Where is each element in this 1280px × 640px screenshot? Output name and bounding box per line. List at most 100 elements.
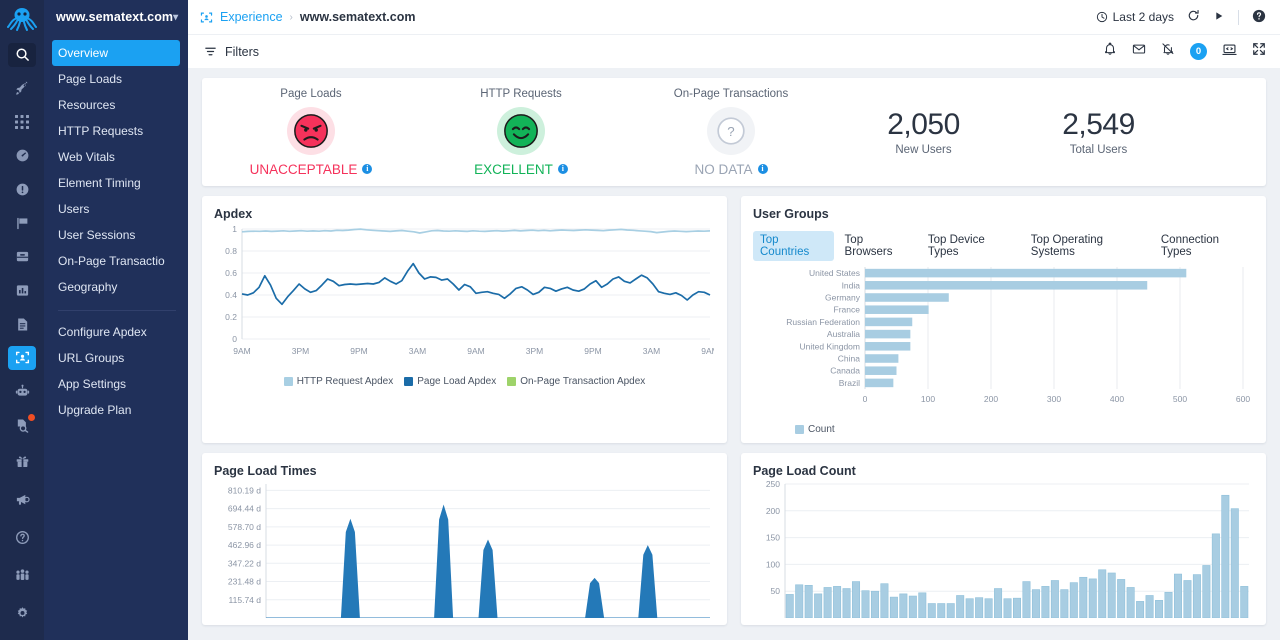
experience-icon[interactable] bbox=[8, 346, 36, 370]
megaphone-icon[interactable] bbox=[8, 485, 36, 513]
flag-icon[interactable] bbox=[8, 211, 36, 235]
tab-connection-types[interactable]: Connection Types bbox=[1154, 231, 1254, 261]
sidebar-item-on-page-transactions[interactable]: On-Page Transactio bbox=[44, 248, 188, 274]
info-icon[interactable]: i bbox=[757, 164, 768, 174]
tab-top-countries[interactable]: Top Countries bbox=[753, 231, 834, 261]
sidebar-item-web-vitals[interactable]: Web Vitals bbox=[44, 144, 188, 170]
metric-total-users: 2,549 Total Users bbox=[1011, 108, 1186, 156]
tab-top-browsers[interactable]: Top Browsers bbox=[838, 231, 917, 261]
svg-text:462.96 d: 462.96 d bbox=[228, 540, 261, 550]
panel-title: Page Load Times bbox=[214, 464, 317, 478]
legend-swatch bbox=[404, 377, 414, 386]
svg-text:100: 100 bbox=[766, 559, 780, 569]
mail-icon[interactable] bbox=[1132, 42, 1146, 61]
speedometer-icon[interactable] bbox=[8, 144, 36, 168]
sidebar-item-geography[interactable]: Geography bbox=[44, 274, 188, 300]
bar-chart-icon[interactable] bbox=[8, 279, 36, 303]
sidebar-item-overview[interactable]: Overview bbox=[52, 40, 180, 66]
sidebar-item-upgrade-plan[interactable]: Upgrade Plan bbox=[44, 397, 188, 423]
terminal-icon[interactable] bbox=[1222, 42, 1237, 62]
page-load-count-panel: Page Load Count 50 100 150 200 250 bbox=[741, 453, 1266, 625]
document-search-icon[interactable] bbox=[8, 413, 36, 437]
help-circle-icon[interactable] bbox=[8, 523, 36, 551]
sidebar-item-label: Geography bbox=[58, 280, 118, 294]
refresh-icon[interactable] bbox=[1187, 9, 1200, 25]
document-icon[interactable] bbox=[8, 312, 36, 336]
robot-icon[interactable] bbox=[8, 380, 36, 404]
status-block-page-loads: Page Loads UNACCEPTABLE i bbox=[206, 88, 416, 177]
status-title: Page Loads bbox=[280, 87, 342, 100]
gear-icon[interactable] bbox=[8, 599, 36, 627]
search-icon[interactable] bbox=[8, 43, 36, 67]
sidebar-item-users[interactable]: Users bbox=[44, 196, 188, 222]
status-summary-card: Page Loads UNACCEPTABLE i HTTP Requests … bbox=[202, 78, 1266, 186]
tab-top-operating-systems[interactable]: Top Operating Systems bbox=[1024, 231, 1150, 261]
sidebar-divider bbox=[58, 310, 176, 311]
bell-add-icon[interactable] bbox=[1103, 42, 1117, 61]
sidebar-item-label: Web Vitals bbox=[58, 150, 115, 164]
top-countries-chart[interactable]: 0 100 200 300 400 500 600 United States India Ger… bbox=[753, 261, 1254, 424]
help-circle-icon[interactable] bbox=[1252, 9, 1266, 26]
sidebar-item-configure-apdex[interactable]: Configure Apdex bbox=[44, 319, 188, 345]
svg-text:100: 100 bbox=[921, 394, 935, 404]
fullscreen-icon[interactable] bbox=[1252, 42, 1266, 61]
time-range-picker[interactable]: Last 2 days bbox=[1096, 10, 1174, 24]
tab-top-device-types[interactable]: Top Device Types bbox=[921, 231, 1020, 261]
sidebar-item-page-loads[interactable]: Page Loads bbox=[44, 66, 188, 92]
svg-text:9AM: 9AM bbox=[701, 346, 714, 356]
legend-item-page-load-apdex[interactable]: Page Load Apdex bbox=[404, 376, 496, 387]
svg-text:United Kingdom: United Kingdom bbox=[800, 341, 860, 351]
status-badge[interactable]: 0 bbox=[1190, 43, 1207, 60]
svg-text:Brazil: Brazil bbox=[839, 378, 860, 388]
filter-icon bbox=[205, 47, 216, 56]
svg-text:0.6: 0.6 bbox=[225, 268, 237, 278]
breadcrumb-parent-link[interactable]: Experience bbox=[220, 10, 283, 24]
svg-text:694.44 d: 694.44 d bbox=[228, 504, 261, 514]
alert-circle-icon[interactable] bbox=[8, 178, 36, 202]
notification-dot bbox=[28, 414, 35, 422]
page-load-count-chart[interactable]: 50 100 150 200 250 bbox=[753, 478, 1254, 623]
icon-rail bbox=[0, 0, 44, 640]
sidebar-item-http-requests[interactable]: HTTP Requests bbox=[44, 118, 188, 144]
archive-icon[interactable] bbox=[8, 245, 36, 269]
sidebar-item-resources[interactable]: Resources bbox=[44, 92, 188, 118]
legend-swatch bbox=[507, 377, 517, 386]
metric-new-users: 2,050 New Users bbox=[836, 108, 1011, 156]
svg-text:3PM: 3PM bbox=[292, 346, 309, 356]
svg-text:0.2: 0.2 bbox=[225, 312, 237, 322]
filters-button[interactable]: Filters bbox=[204, 45, 259, 59]
page-load-times-chart[interactable]: 810.19 d 694.44 d 578.70 d 462.96 d 347.22 d… bbox=[214, 478, 715, 623]
octopus-logo[interactable] bbox=[5, 6, 39, 32]
sidebar-item-url-groups[interactable]: URL Groups bbox=[44, 345, 188, 371]
svg-text:3PM: 3PM bbox=[526, 346, 543, 356]
alerts-muted-icon[interactable] bbox=[1161, 42, 1175, 61]
sidebar-item-element-timing[interactable]: Element Timing bbox=[44, 170, 188, 196]
rocket-icon[interactable] bbox=[8, 77, 36, 101]
community-icon[interactable] bbox=[8, 561, 36, 589]
info-icon[interactable]: i bbox=[362, 164, 373, 174]
sidebar-app-selector[interactable]: www.sematext.com ▾ bbox=[44, 0, 188, 34]
sidebar-item-app-settings[interactable]: App Settings bbox=[44, 371, 188, 397]
metric-caption: Total Users bbox=[1069, 144, 1128, 156]
legend-item-http-request-apdex[interactable]: HTTP Request Apdex bbox=[283, 376, 394, 387]
sidebar-item-user-sessions[interactable]: User Sessions bbox=[44, 222, 188, 248]
sidebar-item-label: Users bbox=[58, 202, 90, 216]
play-icon[interactable] bbox=[1213, 10, 1225, 25]
svg-text:200: 200 bbox=[766, 506, 780, 516]
svg-text:China: China bbox=[838, 354, 860, 364]
info-icon[interactable]: i bbox=[557, 164, 568, 174]
status-label: UNACCEPTABLE bbox=[249, 161, 358, 177]
main-area: Experience › www.sematext.com Last 2 day… bbox=[188, 0, 1280, 640]
legend-label: HTTP Request Apdex bbox=[296, 376, 394, 387]
grid-apps-icon[interactable] bbox=[8, 110, 36, 134]
apdex-chart[interactable]: 0 0.2 0.4 0.6 0.8 1 9AM 3PM 9PM 3AM 9AM 3PM 9PM 3AM 9A… bbox=[214, 221, 719, 376]
gift-icon[interactable] bbox=[8, 447, 36, 475]
time-range-label: Last 2 days bbox=[1112, 10, 1174, 24]
svg-text:300: 300 bbox=[1047, 394, 1061, 404]
legend-item-on-page-transaction-apdex[interactable]: On-Page Transaction Apdex bbox=[507, 376, 645, 387]
svg-text:250: 250 bbox=[766, 479, 780, 489]
user-groups-tabs: Top Countries Top Browsers Top Device Ty… bbox=[753, 231, 1254, 261]
status-title: HTTP Requests bbox=[480, 87, 562, 100]
legend-item-count[interactable]: Count bbox=[795, 424, 835, 435]
happy-face-icon bbox=[497, 106, 545, 155]
